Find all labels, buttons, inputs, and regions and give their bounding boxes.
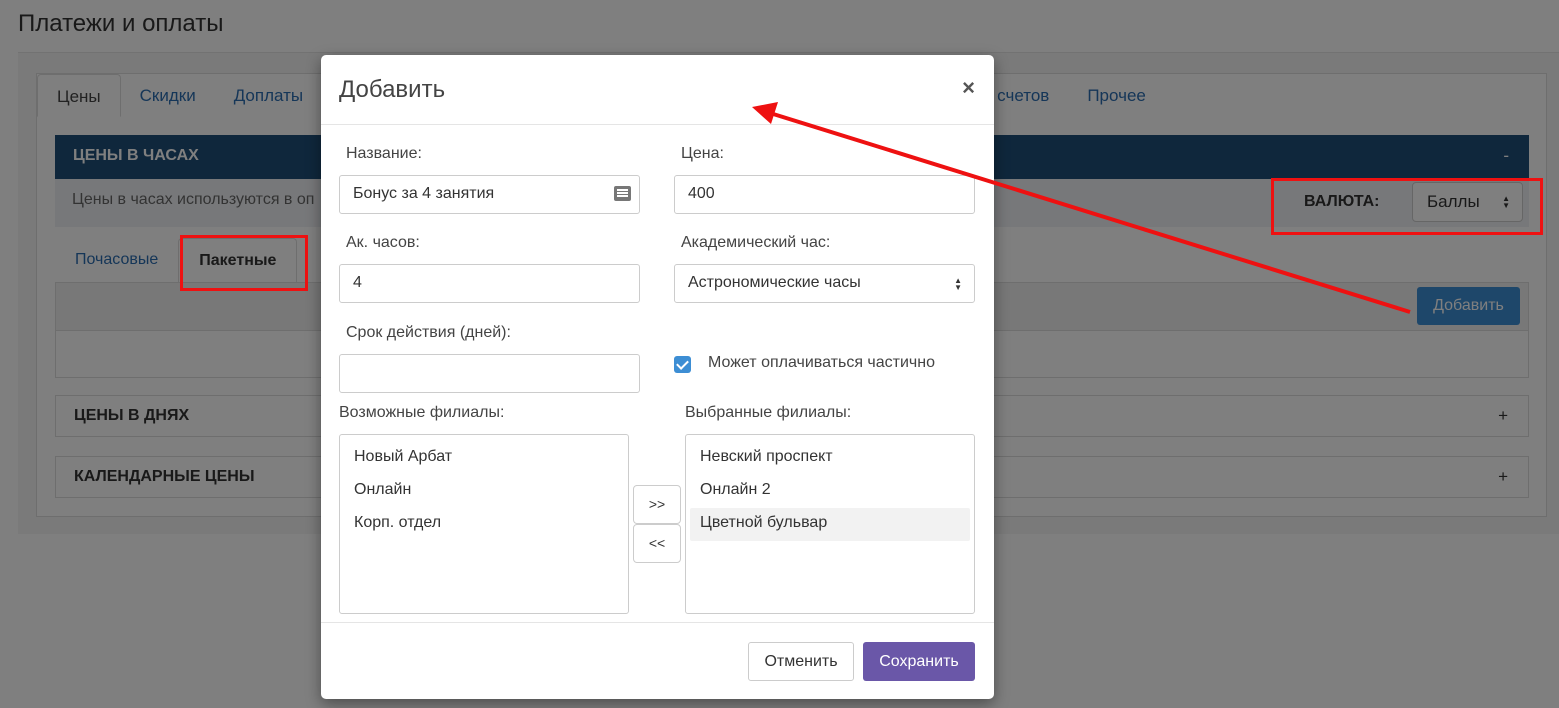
academic-hour-value: Астрономические часы bbox=[688, 274, 861, 291]
select-arrows-icon: ▲▼ bbox=[954, 275, 962, 292]
move-right-button[interactable]: >> bbox=[633, 485, 681, 524]
annotation-box-currency bbox=[1271, 178, 1543, 235]
list-item[interactable]: Новый Арбат bbox=[344, 442, 624, 475]
partial-payment-label: Может оплачиваться частично bbox=[708, 354, 935, 371]
move-left-button[interactable]: << bbox=[633, 524, 681, 563]
name-input[interactable]: Бонус за 4 занятия bbox=[339, 175, 640, 214]
list-item[interactable]: Корп. отдел bbox=[344, 508, 624, 541]
dialog-header: Добавить × bbox=[321, 55, 994, 125]
list-item[interactable]: Невский проспект bbox=[690, 442, 970, 475]
list-item[interactable]: Онлайн 2 bbox=[690, 475, 970, 508]
partial-payment-checkbox[interactable] bbox=[674, 356, 691, 373]
selected-branches-list[interactable]: Невский проспект Онлайн 2 Цветной бульва… bbox=[685, 434, 975, 614]
price-label: Цена: bbox=[681, 145, 724, 162]
name-value: Бонус за 4 занятия bbox=[353, 185, 495, 202]
selected-branches-label: Выбранные филиалы: bbox=[685, 404, 852, 421]
academic-hour-label: Академический час: bbox=[681, 234, 831, 251]
close-icon[interactable]: × bbox=[962, 75, 975, 101]
dialog-footer-divider bbox=[321, 622, 994, 623]
hours-input[interactable]: 4 bbox=[339, 264, 640, 303]
hours-label: Ак. часов: bbox=[346, 234, 420, 251]
validity-label: Срок действия (дней): bbox=[346, 324, 511, 341]
save-button[interactable]: Сохранить bbox=[863, 642, 975, 681]
list-item[interactable]: Цветной бульвар bbox=[690, 508, 970, 541]
available-branches-list[interactable]: Новый Арбат Онлайн Корп. отдел bbox=[339, 434, 629, 614]
list-item[interactable]: Онлайн bbox=[344, 475, 624, 508]
available-branches-label: Возможные филиалы: bbox=[339, 404, 505, 421]
price-input[interactable]: 400 bbox=[674, 175, 975, 214]
cancel-button[interactable]: Отменить bbox=[748, 642, 854, 681]
annotation-box-package-tab bbox=[180, 235, 308, 291]
keyboard-icon[interactable] bbox=[614, 186, 631, 201]
validity-input[interactable] bbox=[339, 354, 640, 393]
academic-hour-select[interactable]: Астрономические часы ▲ ▼ bbox=[674, 264, 975, 303]
dialog-title: Добавить bbox=[339, 76, 446, 103]
name-label: Название: bbox=[346, 145, 422, 162]
